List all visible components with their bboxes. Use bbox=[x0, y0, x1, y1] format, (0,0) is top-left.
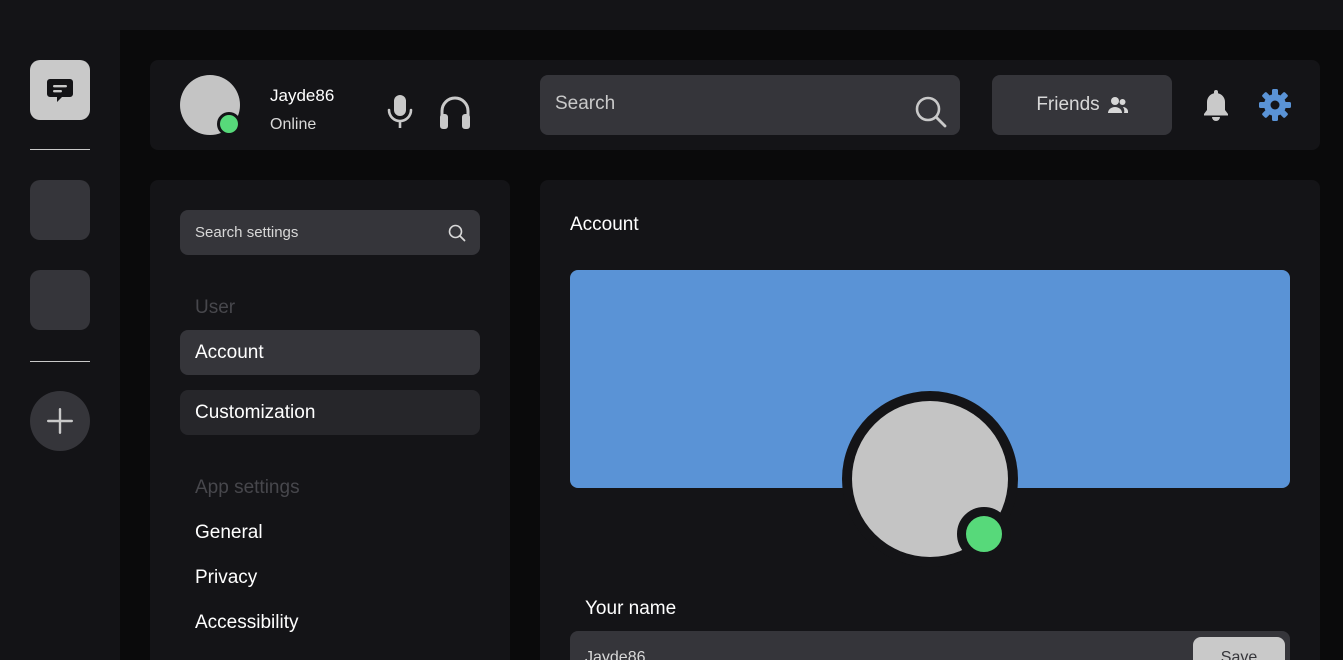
top-strip bbox=[0, 0, 1343, 30]
name-label: Your name bbox=[585, 598, 677, 619]
settings-item-accessibility[interactable]: Accessibility bbox=[195, 612, 298, 634]
friends-button[interactable]: Friends bbox=[992, 75, 1172, 135]
search-placeholder: Search bbox=[555, 93, 616, 114]
settings-item-customization[interactable]: Customization bbox=[180, 390, 480, 435]
settings-search-input[interactable]: Search settings bbox=[180, 210, 480, 255]
server-rail bbox=[0, 30, 120, 660]
account-panel: Account Your name Jayde86 Save bbox=[540, 180, 1320, 660]
chat-bubble-icon bbox=[47, 79, 73, 102]
username: Jayde86 bbox=[270, 86, 335, 105]
server-button[interactable] bbox=[30, 270, 90, 330]
top-bar: Jayde86 Online Search Friends bbox=[150, 60, 1320, 150]
direct-messages-button[interactable] bbox=[30, 60, 90, 120]
rail-divider bbox=[30, 361, 90, 362]
bell-icon[interactable] bbox=[1201, 88, 1231, 122]
online-status-dot bbox=[217, 112, 241, 136]
headphones-icon[interactable] bbox=[438, 94, 472, 130]
page-title: Account bbox=[570, 214, 639, 235]
online-status-dot bbox=[957, 507, 1011, 561]
add-server-button[interactable] bbox=[30, 391, 90, 451]
search-icon bbox=[448, 224, 466, 242]
settings-item-general[interactable]: General bbox=[195, 522, 263, 544]
rail-divider bbox=[30, 149, 90, 150]
microphone-icon[interactable] bbox=[386, 94, 414, 130]
settings-item-account[interactable]: Account bbox=[180, 330, 480, 375]
search-icon bbox=[915, 96, 947, 128]
plus-icon bbox=[47, 408, 73, 434]
user-status: Online bbox=[270, 116, 317, 133]
search-input[interactable]: Search bbox=[540, 75, 960, 135]
name-value: Jayde86 bbox=[585, 649, 646, 660]
friends-label: Friends bbox=[1036, 94, 1100, 115]
save-button[interactable]: Save bbox=[1193, 637, 1285, 660]
server-button[interactable] bbox=[30, 180, 90, 240]
settings-sidebar: Search settings User Account Customizati… bbox=[150, 180, 510, 660]
section-label-app-settings: App settings bbox=[195, 477, 300, 498]
friends-icon bbox=[1107, 97, 1128, 113]
section-label-user: User bbox=[195, 297, 236, 318]
name-field[interactable]: Jayde86 Save bbox=[570, 631, 1290, 660]
gear-icon[interactable] bbox=[1259, 89, 1291, 121]
settings-search-placeholder: Search settings bbox=[195, 224, 299, 241]
settings-item-privacy[interactable]: Privacy bbox=[195, 567, 257, 589]
